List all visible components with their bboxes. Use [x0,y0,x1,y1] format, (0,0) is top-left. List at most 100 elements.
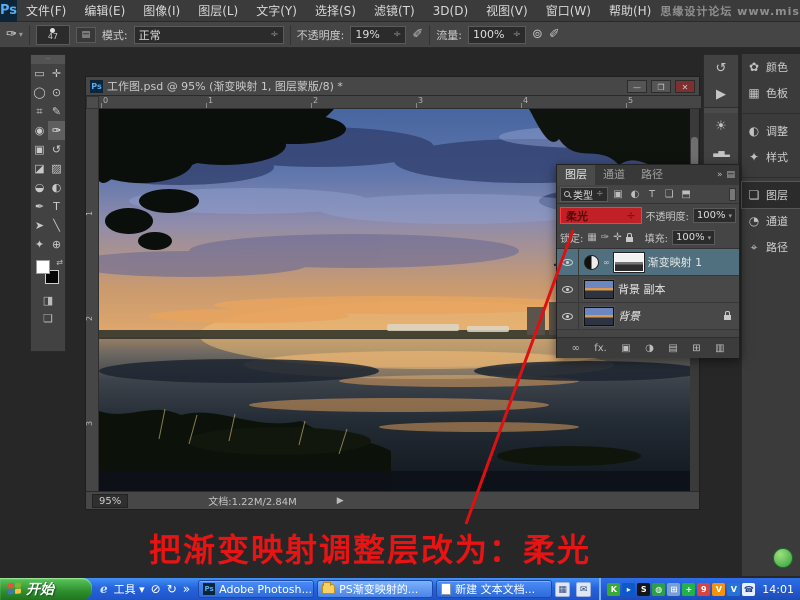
lock-transparent-icon[interactable]: ▦ [587,232,596,243]
gradient-tool-icon[interactable]: ▨ [48,159,65,178]
tab-channels[interactable]: 通道 [595,165,633,185]
type-tool-icon[interactable]: T [48,197,65,216]
mode-select[interactable]: 正常 [134,26,284,44]
zoom-tool-icon[interactable]: ⊕ [48,235,65,254]
hand-tool-icon[interactable]: ✦ [31,235,48,254]
tab-paths[interactable]: 路径 [633,165,671,185]
filter-shape-icon[interactable]: ❏ [663,189,676,200]
pressure-opacity-icon[interactable]: ✐ [412,27,423,42]
histogram-panel-icon[interactable]: ▃▅▂ [704,139,738,165]
flow-select[interactable]: 100% [468,26,526,44]
filter-smart-icon[interactable]: ⬒ [680,189,693,200]
new-adjustment-icon[interactable]: ◑ [645,343,654,354]
app-refresh-icon[interactable]: ↻ [167,582,177,596]
menu-layer[interactable]: 图层(L) [189,0,247,22]
tray-globe-icon[interactable]: ◍ [652,583,665,596]
clone-stamp-tool-icon[interactable]: ▣ [31,140,48,159]
collapse-panel-icon[interactable]: » [717,170,723,180]
screen-mode-icon[interactable]: ❏ [31,310,65,328]
blur-tool-icon[interactable]: ◒ [31,178,48,197]
layer-row-background[interactable]: 背景 [557,303,739,330]
zoom-level-field[interactable]: 95% [92,494,128,508]
panel-button-adjustments[interactable]: ◐调整 [742,118,800,144]
menu-type[interactable]: 文字(Y) [247,0,306,22]
visibility-toggle[interactable] [557,276,579,303]
actions-panel-icon[interactable]: ▶ [704,81,738,107]
tray-s-icon[interactable]: S [637,583,650,596]
history-brush-tool-icon[interactable]: ↺ [48,140,65,159]
filter-adjustment-icon[interactable]: ◐ [629,189,642,200]
menu-image[interactable]: 图像(I) [134,0,189,22]
panel-menu-icon[interactable]: ▤ [726,170,735,180]
panel-button-channels[interactable]: ◔通道 [742,208,800,234]
menu-help[interactable]: 帮助(H) [600,0,660,22]
pen-tool-icon[interactable]: ✒ [31,197,48,216]
doc-minimize-button[interactable]: — [627,80,647,93]
layer-name[interactable]: 背景 副本 [618,281,666,297]
doc-close-button[interactable]: ✕ [675,80,695,93]
layer-mask-thumbnail[interactable] [614,253,644,272]
panel-button-paths[interactable]: ⌖路径 [742,234,800,260]
layer-row-background-copy[interactable]: 背景 副本 [557,276,739,303]
taskbar-toolbar-icon-2[interactable]: ✉ [576,582,591,597]
eraser-tool-icon[interactable]: ◪ [31,159,48,178]
mask-link-icon[interactable]: ∞ [603,258,610,267]
tab-layers[interactable]: 图层 [557,165,595,185]
healing-tool-icon[interactable]: ◉ [31,121,48,140]
lock-pixels-icon[interactable]: ✑ [601,232,609,243]
shape-tool-icon[interactable]: ╲ [48,216,65,235]
tray-player-icon[interactable]: ▸ [622,583,635,596]
dodge-tool-icon[interactable]: ◐ [48,178,65,197]
lasso-tool-icon[interactable]: ◯ [31,83,48,102]
blend-mode-select[interactable]: 柔光 [560,207,642,224]
panel-button-color[interactable]: ✿颜色 [742,54,800,80]
rect-marquee-tool-icon[interactable]: ▭ [31,64,48,83]
layer-name[interactable]: 渐变映射 1 [648,254,703,270]
tools-menu-button[interactable]: 工具 ▾ [114,581,145,597]
status-options-arrow[interactable]: ▶ [337,496,344,506]
menu-select[interactable]: 选择(S) [306,0,365,22]
path-select-tool-icon[interactable]: ➤ [31,216,48,235]
link-layers-icon[interactable]: ∞ [571,343,579,354]
fill-select[interactable]: 100% [672,230,715,245]
eyedropper-tool-icon[interactable]: ✎ [48,102,65,121]
task-button-textfile[interactable]: 新建 文本文档... [436,580,552,598]
new-group-icon[interactable]: ▤ [668,343,677,354]
ie-icon[interactable]: e [100,582,108,596]
brush-size-picker[interactable]: 47 [36,25,70,45]
pressure-size-icon[interactable]: ✐ [549,27,560,42]
menu-file[interactable]: 文件(F) [17,0,75,22]
new-layer-icon[interactable]: ⊞ [692,343,700,354]
airbrush-icon[interactable]: ⊚ [532,27,543,42]
filter-type-icon[interactable]: T [646,189,659,200]
tray-shield-blue-icon[interactable]: V [727,583,740,596]
layer-opacity-select[interactable]: 100% [693,208,736,223]
menu-view[interactable]: 视图(V) [477,0,537,22]
start-button[interactable]: 开始 [0,578,92,600]
task-button-photoshop[interactable]: Ps Adobe Photosh... [198,580,314,598]
toolbox-header[interactable]: ·· [31,55,65,64]
quick-select-tool-icon[interactable]: ⊙ [48,83,65,102]
tray-shield-orange-icon[interactable]: V [712,583,725,596]
tray-plus-icon[interactable]: + [682,583,695,596]
tray-nine-icon[interactable]: 9 [697,583,710,596]
tool-preset-picker[interactable]: ✑▾ [6,27,23,42]
filter-toggle[interactable] [729,188,736,201]
layer-thumbnail[interactable] [584,280,614,299]
lock-all-icon[interactable] [626,237,633,242]
doc-maximize-button[interactable]: ❐ [651,80,671,93]
quick-launch-overflow-icon[interactable]: » [183,582,190,596]
panel-button-layers[interactable]: ❏图层 [742,182,800,208]
app-s-icon[interactable]: ⊘ [151,582,161,596]
layer-name[interactable]: 背景 [618,308,640,324]
menu-3d[interactable]: 3D(D) [424,0,477,22]
ruler-corner[interactable] [86,96,99,109]
adjustments-sun-icon[interactable]: ☀ [704,113,738,139]
add-mask-icon[interactable]: ▣ [621,343,630,354]
quick-mask-icon[interactable]: ◨ [31,292,65,310]
brush-tool-icon[interactable]: ✑ [48,121,65,140]
task-button-folder[interactable]: PS渐变映射的... [317,580,433,598]
layer-row-gradient-map[interactable]: ∞ 渐变映射 1 [557,249,739,276]
document-titlebar[interactable]: Ps 工作图.psd @ 95% (渐变映射 1, 图层蒙版/8) * — ❐ … [86,77,699,96]
panel-button-styles[interactable]: ✦样式 [742,144,800,170]
